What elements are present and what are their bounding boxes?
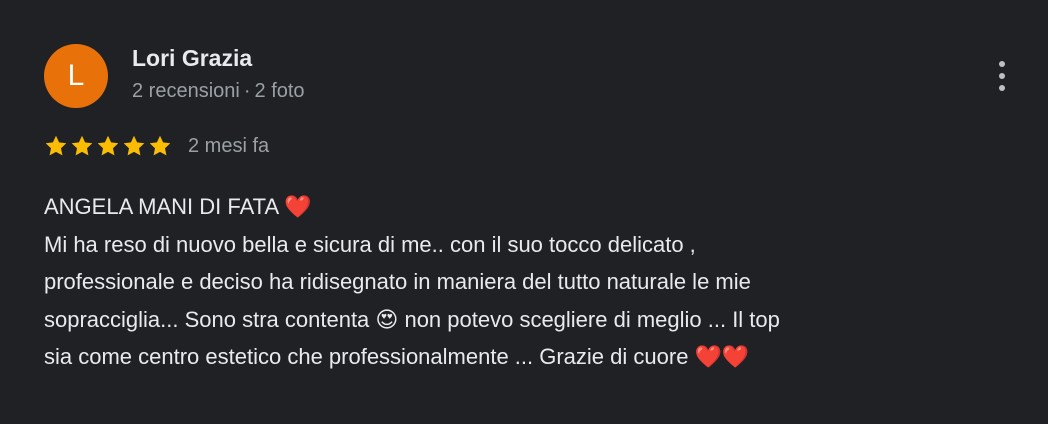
star-icon	[97, 135, 119, 156]
avatar[interactable]: L	[44, 44, 108, 108]
photos-count: 2 foto	[254, 80, 305, 102]
more-options-button[interactable]	[986, 56, 1018, 96]
rating-row: 2 mesi fa	[44, 130, 269, 162]
star-icon	[149, 135, 171, 156]
reviewer-meta: 2 recensioni · 2 foto	[132, 80, 305, 103]
star-icon	[45, 135, 67, 156]
star-icon	[71, 135, 93, 156]
reviews-count: 2 recensioni	[132, 80, 240, 102]
avatar-initial: L	[67, 59, 85, 92]
review-date: 2 mesi fa	[188, 134, 270, 157]
more-vert-icon	[999, 61, 1005, 91]
meta-separator: ·	[243, 80, 251, 102]
star-rating	[44, 134, 172, 158]
reviewer-name[interactable]: Lori Grazia	[132, 45, 252, 72]
star-icon	[123, 135, 145, 156]
review-text: ANGELA MANI DI FATA ❤️ Mi ha reso di nuo…	[44, 194, 780, 369]
review-card: L Lori Grazia 2 recensioni · 2 foto 2 mesi…	[0, 0, 1048, 424]
